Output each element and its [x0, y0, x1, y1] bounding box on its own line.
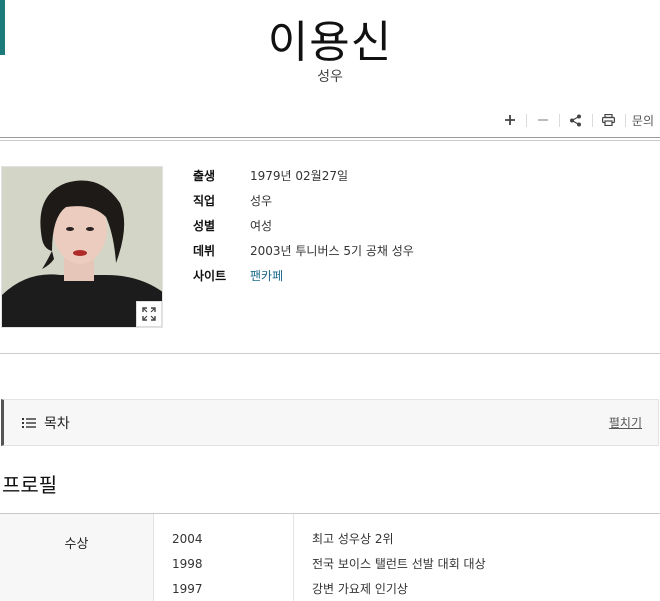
expand-icon: [142, 307, 156, 321]
info-label: 성별: [193, 219, 216, 233]
info-row-gender: 성별 여성: [193, 213, 414, 238]
info-row-occupation: 직업 성우: [193, 188, 414, 213]
page-subtitle: 성우: [317, 69, 343, 85]
info-value: 1979년 02월27일: [250, 169, 349, 183]
award-name: 최고 성우상 2위: [312, 532, 394, 546]
page-title: 이용신: [267, 17, 393, 68]
info-label: 직업: [193, 194, 216, 208]
zoom-in-button[interactable]: [494, 110, 526, 130]
expand-image-button[interactable]: [136, 301, 162, 327]
inquiry-link[interactable]: 문의: [626, 112, 654, 129]
list-icon: [22, 417, 36, 429]
award-year: 1998: [172, 556, 203, 571]
toolbar: 문의: [494, 110, 654, 130]
info-row-birth: 출생 1979년 02월27일: [193, 163, 414, 188]
fancafe-link[interactable]: 팬카페: [250, 267, 283, 284]
awards-names-column: 최고 성우상 2위 전국 보이스 탤런트 선발 대회 대상 강변 가요제 인기상: [294, 514, 660, 601]
award-year: 2004: [172, 531, 203, 546]
awards-label: 수상: [0, 514, 154, 601]
info-row-site: 사이트 팬카페: [193, 263, 414, 288]
toc-title: 목차: [44, 415, 70, 432]
header-divider: [0, 137, 660, 141]
awards-table: 수상 2004 1998 1997 최고 성우상 2위 전국 보이스 탤런트 선…: [0, 513, 660, 601]
print-icon: [602, 114, 616, 126]
award-name: 강변 가요제 인기상: [312, 582, 408, 596]
zoom-out-button[interactable]: [527, 110, 559, 130]
share-button[interactable]: [560, 110, 592, 130]
awards-years-column: 2004 1998 1997: [154, 514, 294, 601]
info-label: 사이트: [193, 269, 227, 283]
info-label: 데뷔: [193, 244, 216, 258]
profile-info: 출생 1979년 02월27일 직업 성우 성별 여성 데뷔 2003년 투니버…: [193, 163, 414, 288]
info-value: 여성: [250, 219, 273, 233]
share-icon: [570, 114, 582, 126]
award-year: 1997: [172, 581, 203, 596]
table-of-contents: 목차 펼치기: [1, 399, 659, 446]
section-title-profile: 프로필: [2, 473, 58, 497]
profile-photo: [1, 166, 163, 328]
minus-icon: [537, 119, 548, 121]
info-row-debut: 데뷔 2003년 투니버스 5기 공채 성우: [193, 238, 414, 263]
print-button[interactable]: [593, 110, 625, 130]
profile-divider: [0, 353, 660, 354]
info-value: 2003년 투니버스 5기 공채 성우: [250, 244, 414, 258]
info-label: 출생: [193, 169, 216, 183]
award-name: 전국 보이스 탤런트 선발 대회 대상: [312, 557, 486, 571]
plus-icon: [504, 115, 515, 125]
toc-expand-link[interactable]: 펼치기: [609, 414, 642, 431]
info-value: 성우: [250, 194, 273, 208]
